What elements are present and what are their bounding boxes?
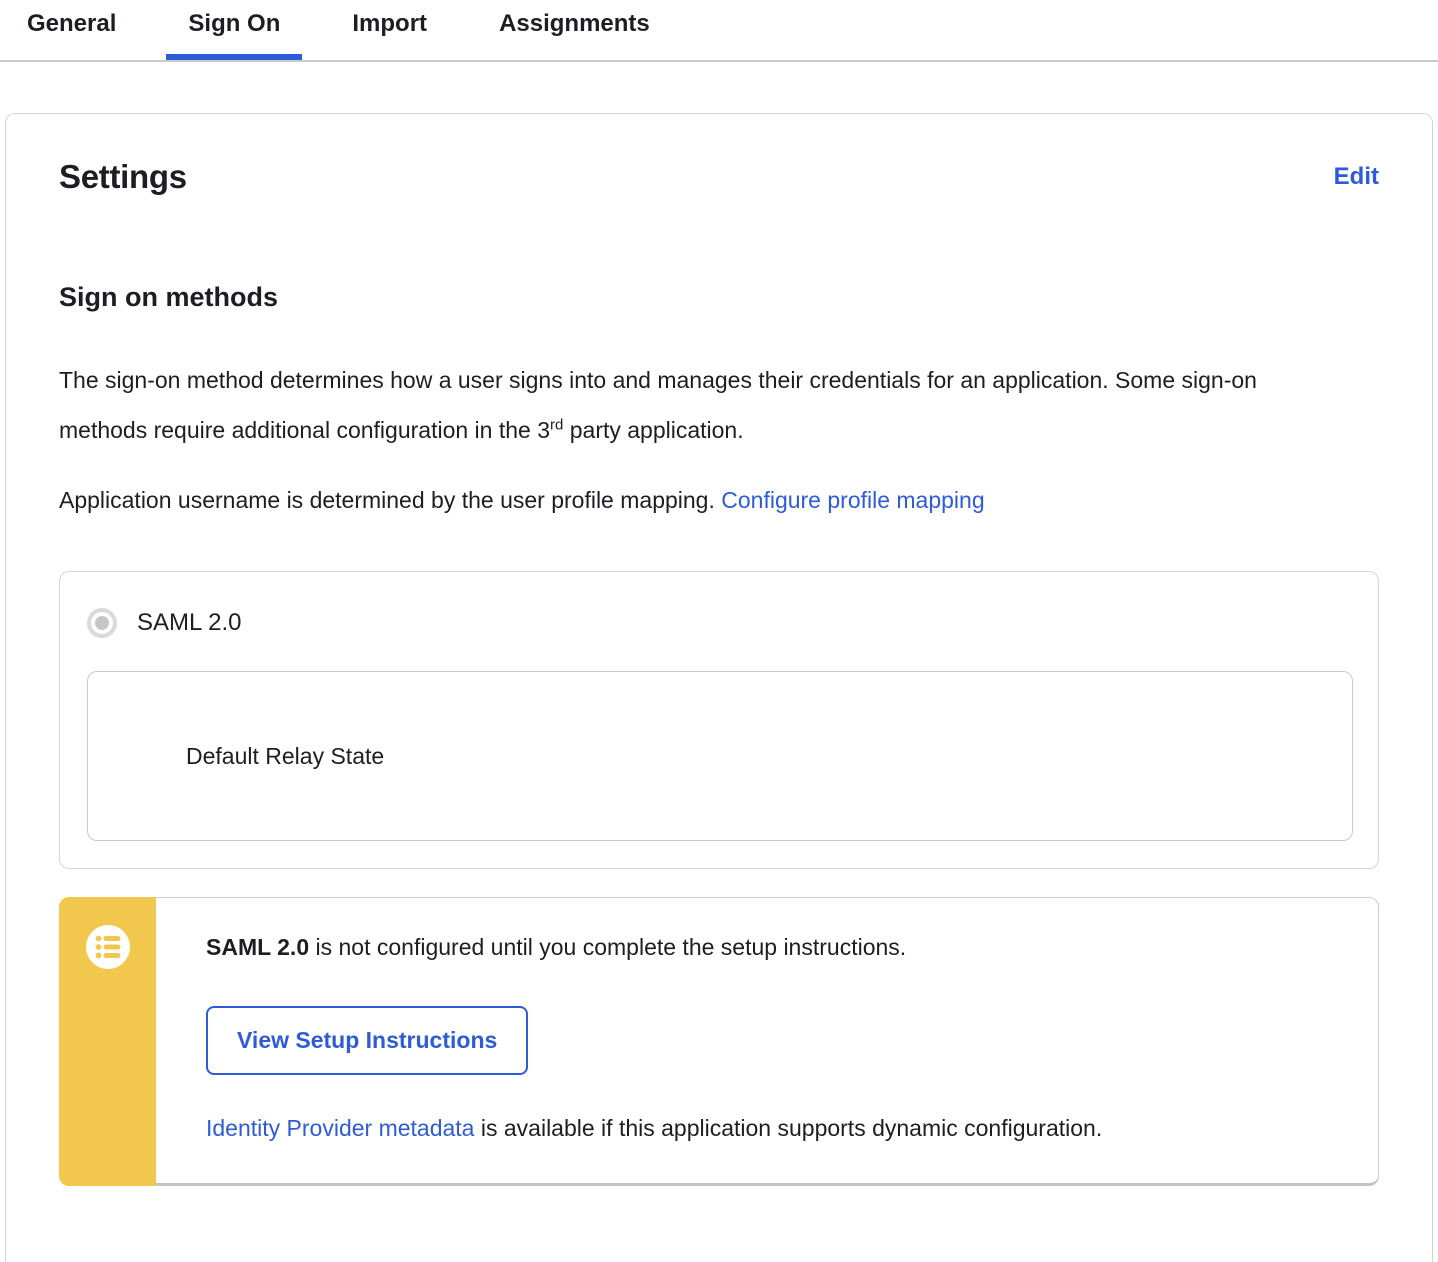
saml-radio-label: SAML 2.0 xyxy=(137,609,242,637)
setup-warning-banner: SAML 2.0 is not configured until you com… xyxy=(59,897,1379,1186)
sign-on-methods-heading: Sign on methods xyxy=(59,282,1379,313)
saml-radio-button[interactable] xyxy=(87,608,117,638)
sign-on-method-description: The sign-on method determines how a user… xyxy=(59,355,1299,455)
banner-content: SAML 2.0 is not configured until you com… xyxy=(156,897,1379,1186)
application-username-line: Application username is determined by th… xyxy=(59,475,1379,525)
tab-import[interactable]: Import xyxy=(330,0,449,60)
username-text: Application username is determined by th… xyxy=(59,487,721,513)
identity-provider-metadata-link[interactable]: Identity Provider metadata xyxy=(206,1115,474,1141)
saml-method-box: SAML 2.0 Default Relay State xyxy=(59,571,1379,869)
edit-link[interactable]: Edit xyxy=(1334,163,1379,191)
banner-accent-stripe xyxy=(59,897,156,1186)
app-tab-bar: General Sign On Import Assignments xyxy=(0,0,1438,62)
view-setup-instructions-button[interactable]: View Setup Instructions xyxy=(206,1006,528,1075)
banner-message-bold: SAML 2.0 xyxy=(206,934,309,960)
banner-message: SAML 2.0 is not configured until you com… xyxy=(206,932,1338,962)
tab-assignments[interactable]: Assignments xyxy=(477,0,672,60)
tab-sign-on[interactable]: Sign On xyxy=(166,0,302,60)
settings-card-header: Settings Edit xyxy=(59,158,1379,196)
saml-radio-row: SAML 2.0 xyxy=(87,608,1353,638)
tab-general[interactable]: General xyxy=(5,0,138,60)
banner-message-rest: is not configured until you complete the… xyxy=(309,934,906,960)
default-relay-state-label: Default Relay State xyxy=(186,743,384,770)
settings-card: Settings Edit Sign on methods The sign-o… xyxy=(5,113,1433,1262)
configure-profile-mapping-link[interactable]: Configure profile mapping xyxy=(721,487,984,513)
metadata-line: Identity Provider metadata is available … xyxy=(206,1113,1338,1143)
bullet-list-icon xyxy=(86,925,130,969)
ordinal-superscript: rd xyxy=(550,416,563,433)
default-relay-state-box: Default Relay State xyxy=(87,671,1353,841)
page-title: Settings xyxy=(59,158,187,196)
metadata-rest: is available if this application support… xyxy=(474,1115,1102,1141)
description-text-end: party application. xyxy=(563,417,743,443)
